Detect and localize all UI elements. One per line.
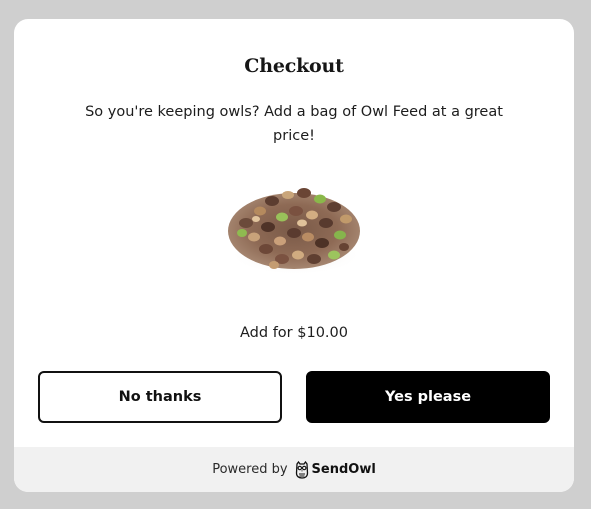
owl-logo-icon bbox=[295, 460, 312, 479]
modal-title: Checkout bbox=[244, 55, 344, 77]
no-thanks-button[interactable]: No thanks bbox=[38, 371, 282, 423]
checkout-modal: Checkout So you're keeping owls? Add a b… bbox=[14, 19, 574, 492]
sendowl-brand-link[interactable]: SendOwl bbox=[295, 460, 376, 479]
upsell-description: So you're keeping owls? Add a bag of Owl… bbox=[85, 104, 503, 144]
product-image bbox=[226, 171, 362, 307]
yes-please-label: Yes please bbox=[384, 389, 472, 405]
footer: Powered by SendOwl bbox=[14, 447, 574, 492]
powered-by-text: Powered by bbox=[212, 462, 288, 477]
yes-please-button[interactable]: Yes please bbox=[306, 371, 550, 423]
price-text: Add for $10.00 bbox=[240, 325, 348, 341]
brand-name: SendOwl bbox=[311, 462, 376, 477]
no-thanks-label: No thanks bbox=[118, 389, 202, 405]
